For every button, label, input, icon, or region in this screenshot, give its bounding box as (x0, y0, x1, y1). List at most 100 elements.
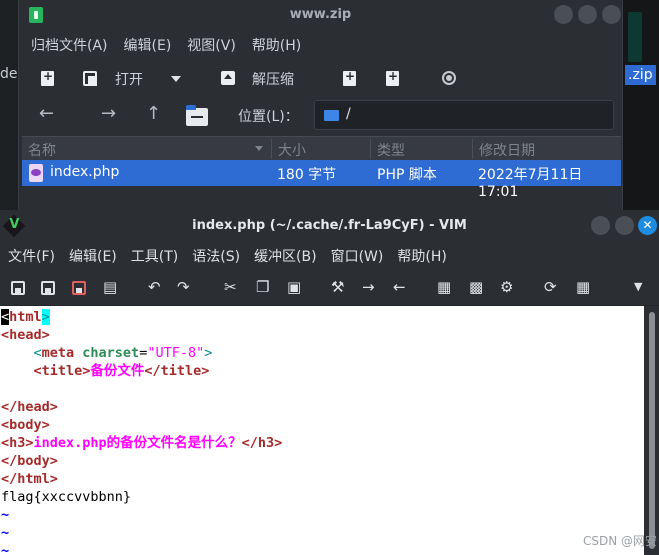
redo-icon[interactable]: ↷ (177, 278, 190, 296)
find-previous-icon[interactable]: ← (393, 278, 406, 296)
desktop-partial-label: de (0, 66, 18, 82)
save-session-icon[interactable]: ▩ (469, 278, 483, 296)
column-header-type[interactable]: 类型 (377, 140, 405, 160)
extract-button[interactable]: 解压缩 (252, 69, 294, 89)
matching-bracket: > (41, 309, 50, 325)
vertical-scrollbar[interactable] (644, 306, 659, 555)
undo-icon[interactable]: ↶ (148, 278, 161, 296)
open-archive-icon[interactable] (83, 71, 97, 86)
vim-window-title: index.php (~/.cache/.fr-La9CyF) - VIM (192, 218, 467, 233)
minimize-button[interactable] (554, 5, 573, 24)
open-button[interactable]: 打开 (115, 69, 143, 89)
print-icon[interactable]: ▤ (103, 278, 117, 296)
code-token: meta (41, 345, 75, 361)
column-header-size[interactable]: 大小 (278, 140, 306, 160)
code-line: </head> (1, 399, 58, 415)
add-files-icon[interactable] (343, 69, 356, 86)
code-token: 备份文件 (90, 363, 145, 379)
up-arrow-icon[interactable]: ↑ (146, 103, 161, 124)
find-replace-icon[interactable]: ⚒ (331, 278, 344, 296)
home-folder-icon[interactable] (186, 105, 208, 126)
desktop-green-widget (628, 12, 642, 62)
menu-file[interactable]: 文件(F) (8, 246, 55, 266)
cut-icon[interactable]: ✂ (224, 278, 237, 296)
code-line: <body> (1, 417, 50, 433)
paste-icon[interactable]: ▣ (287, 278, 301, 296)
close-button[interactable] (602, 5, 621, 24)
folder-icon (324, 110, 339, 121)
empty-line-marker: ~ (1, 525, 10, 541)
file-name: index.php (50, 164, 120, 180)
open-file-icon[interactable] (11, 281, 25, 295)
code-token: < (1, 345, 42, 361)
build-tags-icon[interactable]: ▦ (576, 278, 590, 296)
code-line: <meta charset="UTF-8"> (0, 344, 644, 362)
stop-icon[interactable] (442, 71, 456, 85)
column-header-modified[interactable]: 修改日期 (479, 140, 535, 160)
close-button[interactable]: ✕ (638, 216, 657, 235)
code-token: html (9, 309, 42, 325)
menu-edit[interactable]: 编辑(E) (124, 35, 172, 55)
code-line: </body> (1, 453, 58, 469)
vim-window: index.php (~/.cache/.fr-La9CyF) - VIM ✕ … (0, 210, 659, 555)
empty-line-marker: ~ (1, 507, 10, 523)
save-icon[interactable] (41, 281, 55, 295)
menu-window[interactable]: 窗口(W) (331, 246, 384, 266)
vim-editor[interactable]: <html> <head> <meta charset="UTF-8"> <ti… (0, 306, 644, 555)
column-separator (472, 139, 473, 159)
file-type: PHP 脚本 (377, 167, 437, 183)
scrollbar-thumb[interactable] (649, 312, 655, 549)
menu-archive[interactable]: 归档文件(A) (31, 35, 108, 55)
menu-help[interactable]: 帮助(H) (397, 246, 446, 266)
archive-menubar: 归档文件(A) 编辑(E) 视图(V) 帮助(H) (19, 30, 622, 60)
copy-icon[interactable]: ❐ (256, 278, 269, 296)
load-session-icon[interactable]: ▦ (437, 278, 451, 296)
find-next-icon[interactable]: → (362, 278, 375, 296)
save-all-icon[interactable] (72, 281, 86, 295)
archive-navbar: ← → ↑ 位置(L)： / (19, 96, 622, 134)
archive-toolbar: 打开 解压缩 (19, 60, 622, 96)
code-line: <html> (0, 308, 644, 326)
desktop-zip-file-label[interactable]: .zip (625, 65, 656, 85)
menu-view[interactable]: 视图(V) (187, 35, 236, 55)
new-archive-icon[interactable] (41, 69, 54, 86)
minimize-button[interactable] (591, 216, 610, 235)
code-token: </title> (144, 363, 210, 379)
code-line: </html> (1, 471, 58, 487)
menu-help[interactable]: 帮助(H) (252, 35, 301, 55)
forward-arrow-icon[interactable]: → (101, 103, 116, 124)
chevron-down-icon[interactable] (171, 76, 181, 82)
add-folder-icon[interactable] (386, 69, 399, 86)
file-row[interactable]: index.php 180 字节 PHP 脚本 2022年7月11日 17:01 (22, 160, 621, 200)
code-token: <h3> (1, 435, 34, 451)
code-token: <title> (1, 363, 91, 379)
chevron-down-icon[interactable]: ▼ (634, 278, 642, 296)
run-script-icon[interactable]: ⚙ (500, 278, 513, 296)
menu-buffers[interactable]: 缓冲区(B) (254, 246, 317, 266)
code-line: <head> (1, 327, 50, 343)
vim-titlebar: index.php (~/.cache/.fr-La9CyF) - VIM ✕ (0, 210, 659, 242)
location-field[interactable]: / (314, 100, 614, 130)
code-line: <title>备份文件</title> (0, 362, 644, 380)
archive-window-title: www.zip (289, 7, 352, 22)
column-header-name[interactable]: 名称 (28, 140, 56, 160)
watermark: CSDN @网安 (582, 534, 657, 548)
empty-line-marker: ~ (1, 543, 10, 555)
code-token: index.php的备份文件名是什么？ (33, 435, 242, 451)
extract-icon[interactable] (221, 71, 235, 85)
code-line: flag{xxccvvbbnn} (1, 489, 132, 505)
file-modified: 2022年7月11日 17:01 (478, 167, 583, 200)
code-line: <h3>index.php的备份文件名是什么？</h3> (0, 434, 644, 452)
file-list: 名称 大小 类型 修改日期 index.php 180 字节 PHP 脚本 20… (22, 136, 621, 200)
code-token: charset (74, 345, 140, 361)
menu-tools[interactable]: 工具(T) (131, 246, 178, 266)
maximize-button[interactable] (578, 5, 597, 24)
maximize-button[interactable] (615, 216, 634, 235)
back-arrow-icon[interactable]: ← (39, 103, 54, 124)
menu-edit[interactable]: 编辑(E) (69, 246, 117, 266)
menu-syntax[interactable]: 语法(S) (192, 246, 240, 266)
make-icon[interactable]: ⟳ (544, 278, 557, 296)
column-separator (370, 139, 371, 159)
location-path: / (346, 106, 351, 122)
